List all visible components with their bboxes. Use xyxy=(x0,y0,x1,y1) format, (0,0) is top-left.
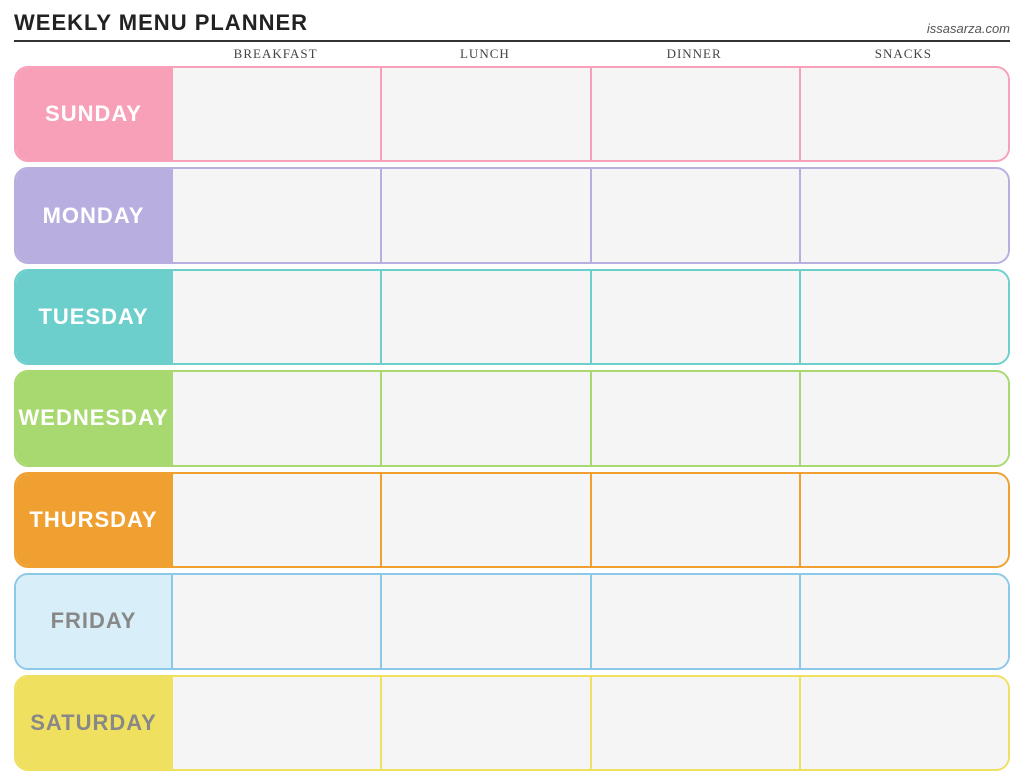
col-lunch: Lunch xyxy=(380,46,589,62)
day-label-wednesday: Wednesday xyxy=(16,372,171,464)
page-title: Weekly Menu Planner xyxy=(14,10,308,36)
cell-monday-snacks[interactable] xyxy=(799,169,1008,261)
cell-monday-dinner[interactable] xyxy=(590,169,799,261)
col-breakfast: Breakfast xyxy=(171,46,380,62)
day-label-saturday: Saturday xyxy=(16,677,171,769)
cell-sunday-snacks[interactable] xyxy=(799,68,1008,160)
cell-saturday-dinner[interactable] xyxy=(590,677,799,769)
day-row-wednesday: Wednesday xyxy=(14,370,1010,466)
cell-tuesday-dinner[interactable] xyxy=(590,271,799,363)
page: Weekly Menu Planner issasarza.com Breakf… xyxy=(0,0,1024,781)
cell-tuesday-lunch[interactable] xyxy=(380,271,589,363)
cell-wednesday-snacks[interactable] xyxy=(799,372,1008,464)
cell-friday-dinner[interactable] xyxy=(590,575,799,667)
day-row-saturday: Saturday xyxy=(14,675,1010,771)
cell-tuesday-snacks[interactable] xyxy=(799,271,1008,363)
day-row-thursday: Thursday xyxy=(14,472,1010,568)
day-label-monday: Monday xyxy=(16,169,171,261)
cell-thursday-breakfast[interactable] xyxy=(171,474,380,566)
cell-friday-snacks[interactable] xyxy=(799,575,1008,667)
column-headers: Breakfast Lunch Dinner Snacks xyxy=(14,46,1010,62)
cell-sunday-lunch[interactable] xyxy=(380,68,589,160)
cell-wednesday-dinner[interactable] xyxy=(590,372,799,464)
day-row-monday: Monday xyxy=(14,167,1010,263)
cell-sunday-dinner[interactable] xyxy=(590,68,799,160)
cell-wednesday-breakfast[interactable] xyxy=(171,372,380,464)
day-label-friday: Friday xyxy=(16,575,171,667)
cell-monday-lunch[interactable] xyxy=(380,169,589,261)
cell-friday-lunch[interactable] xyxy=(380,575,589,667)
day-row-tuesday: Tuesday xyxy=(14,269,1010,365)
cell-tuesday-breakfast[interactable] xyxy=(171,271,380,363)
day-row-friday: Friday xyxy=(14,573,1010,669)
col-dinner: Dinner xyxy=(590,46,799,62)
days-container: SundayMonday TuesdayWednesday ThursdayFrid… xyxy=(14,66,1010,771)
header: Weekly Menu Planner issasarza.com xyxy=(14,10,1010,42)
cell-wednesday-lunch[interactable] xyxy=(380,372,589,464)
cell-thursday-dinner[interactable] xyxy=(590,474,799,566)
day-row-sunday: Sunday xyxy=(14,66,1010,162)
cell-thursday-lunch[interactable] xyxy=(380,474,589,566)
day-label-tuesday: Tuesday xyxy=(16,271,171,363)
day-label-sunday: Sunday xyxy=(16,68,171,160)
col-empty xyxy=(16,46,171,62)
cell-thursday-snacks[interactable] xyxy=(799,474,1008,566)
cell-sunday-breakfast[interactable] xyxy=(171,68,380,160)
cell-monday-breakfast[interactable] xyxy=(171,169,380,261)
cell-saturday-lunch[interactable] xyxy=(380,677,589,769)
day-label-thursday: Thursday xyxy=(16,474,171,566)
col-snacks: Snacks xyxy=(799,46,1008,62)
cell-saturday-snacks[interactable] xyxy=(799,677,1008,769)
cell-saturday-breakfast[interactable] xyxy=(171,677,380,769)
website-label: issasarza.com xyxy=(927,21,1010,36)
cell-friday-breakfast[interactable] xyxy=(171,575,380,667)
